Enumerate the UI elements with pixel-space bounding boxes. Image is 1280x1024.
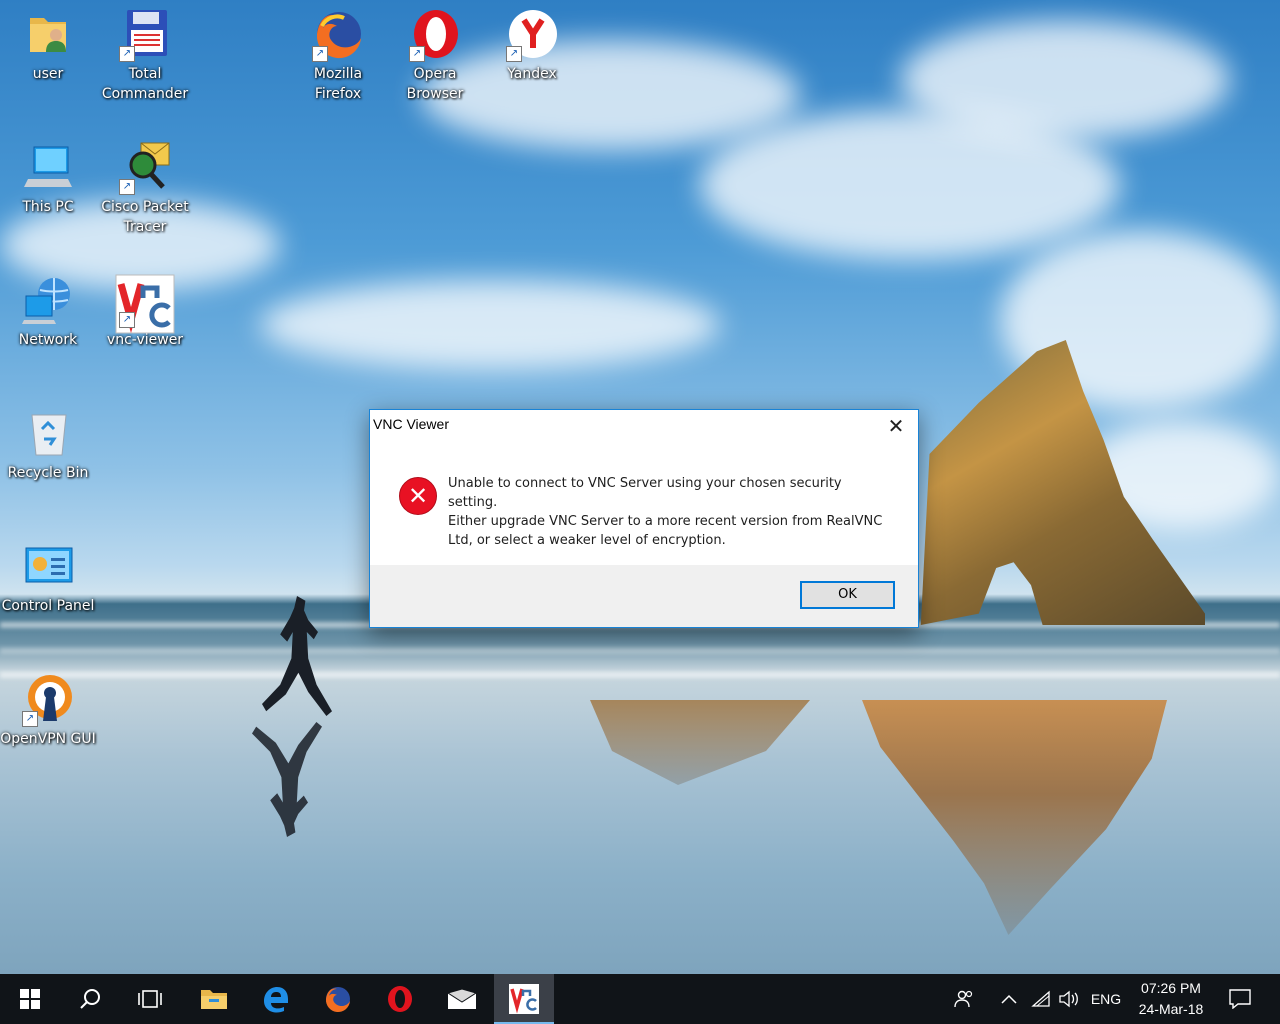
taskbar-file-explorer[interactable] [184,974,244,1024]
desktop-icon-control-panel[interactable]: Control Panel [0,540,96,616]
close-button[interactable]: ✕ [874,410,918,442]
desktop-icon-recycle-bin[interactable]: Recycle Bin [0,407,96,483]
taskbar-opera[interactable] [370,974,430,1024]
shortcut-arrow-icon: ↗ [119,312,135,328]
desktop-icon-label: user [32,66,64,82]
user-folder-icon [22,8,74,60]
desktop-icon-label: OpenVPN GUI [0,731,96,747]
opera-icon [388,986,412,1012]
taskbar-vnc-viewer[interactable] [494,974,554,1024]
shortcut-arrow-icon: ↗ [119,179,135,195]
taskbar-firefox[interactable] [308,974,368,1024]
start-icon [20,989,40,1009]
desktop-icon-total-commander[interactable]: ↗ Total Commander [97,8,193,104]
desktop-icon-vnc-viewer[interactable]: ↗ vnc-viewer [97,274,193,350]
desktop-icon-network[interactable]: Network [0,274,96,350]
desktop-icon-label: Opera Browser [406,66,464,102]
desktop-icon-cisco-packet-tracer[interactable]: ↗ Cisco Packet Tracer [97,141,193,237]
desktop-icon-label: Cisco Packet Tracer [101,199,189,235]
file-explorer-icon [201,990,227,1009]
total-commander-icon: ↗ [119,8,171,62]
clock-date: 24-Mar-18 [1138,1001,1204,1017]
shortcut-arrow-icon: ↗ [409,46,425,62]
chevron-up-icon [1001,994,1017,1004]
rock-reflection [862,700,1167,935]
cloud [260,280,720,370]
error-message-line: Unable to connect to VNC Server using yo… [448,476,842,510]
taskbar: ENG 07:26 PM 24-Mar-18 [0,974,1280,1024]
desktop-icon-label: Total Commander [101,66,189,102]
desktop-icon-yandex[interactable]: ↗ Yandex [484,8,580,84]
runner-silhouette [262,596,332,716]
firefox-icon: ↗ [312,8,364,62]
notification-icon [1229,989,1251,1009]
error-message-line: Ltd, or select a weaker level of encrypt… [448,533,726,548]
shortcut-arrow-icon: ↗ [506,46,522,62]
dialog-title: VNC Viewer [373,416,449,432]
desktop-icon-user[interactable]: user [0,8,96,84]
control-panel-icon [22,540,74,592]
this-pc-icon [22,141,74,193]
runner-reflection [252,722,322,837]
speaker-icon [1059,990,1078,1008]
desktop-icon-label: Recycle Bin [7,465,89,481]
task-view-icon [138,990,162,1008]
network-status-button[interactable] [1028,974,1054,1024]
people-icon [954,990,973,1008]
input-language[interactable]: ENG [1086,974,1126,1024]
cloud [900,20,1230,140]
desktop-icon-label: Network [18,332,78,348]
cisco-packet-tracer-icon: ↗ [119,141,171,195]
vnc-viewer-error-dialog: VNC Viewer ✕ ✕ Unable to connect to VNC … [369,409,919,628]
opera-icon: ↗ [409,8,461,62]
action-center-button[interactable] [1220,974,1260,1024]
shortcut-arrow-icon: ↗ [22,711,38,727]
dialog-footer: OK [370,565,918,627]
people-button[interactable] [948,974,980,1024]
wave [0,672,1280,678]
mail-icon [447,988,477,1009]
desktop-icon-opera[interactable]: ↗ Opera Browser [387,8,483,104]
shortcut-arrow-icon: ↗ [312,46,328,62]
desktop-icon-label: Control Panel [1,598,95,614]
start-button[interactable] [0,974,60,1024]
desktop-icon-firefox[interactable]: ↗ Mozilla Firefox [290,8,386,104]
error-message: Unable to connect to VNC Server using yo… [448,474,888,550]
taskbar-edge[interactable] [246,974,306,1024]
yandex-icon: ↗ [506,8,558,62]
search-button[interactable] [60,974,120,1024]
vnc-viewer-icon [509,984,539,1014]
task-view-button[interactable] [120,974,180,1024]
desktop-icon-label: Mozilla Firefox [313,66,363,102]
wifi-icon [1031,990,1050,1007]
firefox-icon [325,987,350,1013]
shortcut-arrow-icon: ↗ [119,46,135,62]
desktop-icon-label: This PC [22,199,74,215]
network-icon [22,274,74,326]
search-icon [80,989,100,1009]
recycle-bin-icon [22,407,74,459]
desktop-icon-label: Yandex [507,66,557,82]
rock-reflection [590,700,810,785]
error-icon: ✕ [399,477,437,515]
desktop-icon-this-pc[interactable]: This PC [0,141,96,217]
edge-icon [264,987,288,1013]
taskbar-mail[interactable] [432,974,492,1024]
close-icon: ✕ [887,414,905,438]
wave [0,648,1280,654]
clock-time: 07:26 PM [1141,980,1201,996]
volume-button[interactable] [1056,974,1082,1024]
openvpn-icon: ↗ [22,673,74,727]
show-hidden-icons-button[interactable] [996,974,1022,1024]
vnc-viewer-icon: ↗ [115,274,175,334]
ok-button[interactable]: OK [800,581,895,609]
clock[interactable]: 07:26 PM 24-Mar-18 [1127,978,1215,1020]
desktop-icon-openvpn[interactable]: ↗ OpenVPN GUI [0,673,96,749]
error-message-line: Either upgrade VNC Server to a more rece… [448,514,883,529]
